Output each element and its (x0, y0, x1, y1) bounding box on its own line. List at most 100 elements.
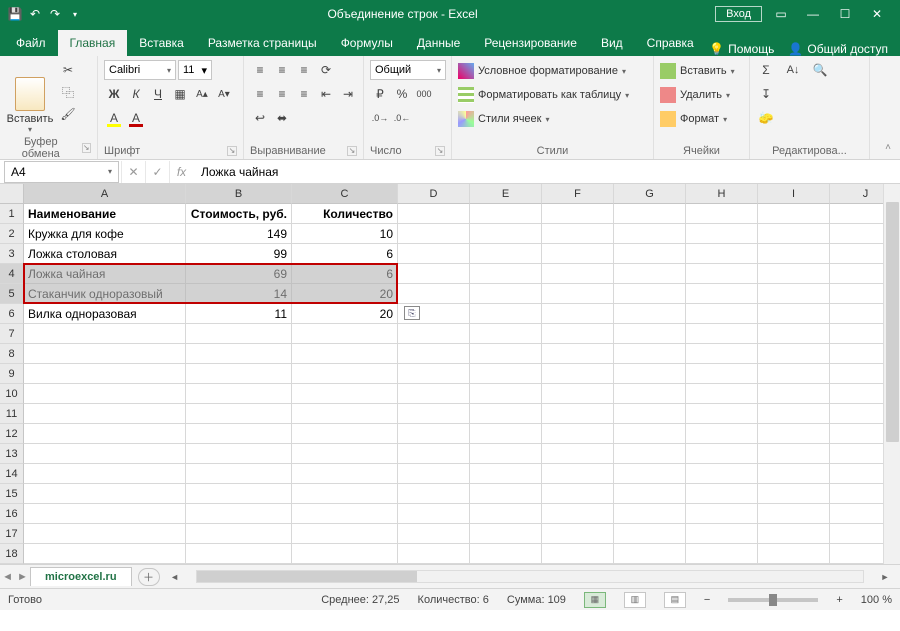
cell[interactable] (758, 544, 830, 564)
cell[interactable] (686, 284, 758, 304)
cell[interactable] (470, 524, 542, 544)
undo-icon[interactable]: ↶ (28, 7, 42, 21)
cell[interactable] (186, 324, 292, 344)
cell[interactable] (470, 344, 542, 364)
tell-me[interactable]: 💡Помощь (709, 42, 774, 56)
cell[interactable] (292, 444, 398, 464)
cell[interactable] (24, 444, 186, 464)
dialog-launcher-icon[interactable]: ↘ (227, 146, 237, 156)
column-header[interactable]: H (686, 184, 758, 204)
sort-filter-button[interactable]: A↓ (778, 60, 808, 80)
cell[interactable] (398, 404, 470, 424)
tab-view[interactable]: Вид (589, 30, 635, 56)
cell[interactable] (398, 444, 470, 464)
add-sheet-button[interactable]: ＋ (138, 568, 160, 586)
cell[interactable] (470, 464, 542, 484)
cell[interactable] (470, 444, 542, 464)
cells[interactable]: НаименованиеСтоимость, руб.КоличествоКру… (24, 204, 900, 564)
orientation-icon[interactable]: ⟳ (316, 60, 336, 80)
cell[interactable] (398, 224, 470, 244)
cell[interactable] (758, 264, 830, 284)
cell[interactable]: 69 (186, 264, 292, 284)
cell[interactable] (470, 324, 542, 344)
cell[interactable] (186, 544, 292, 564)
cell[interactable] (686, 344, 758, 364)
font-color-button[interactable]: A (126, 108, 146, 128)
cell[interactable]: Ложка чайная (24, 264, 186, 284)
cell[interactable] (758, 504, 830, 524)
copy-icon[interactable]: ⿻ (58, 82, 78, 102)
cell[interactable] (186, 464, 292, 484)
cell[interactable] (24, 324, 186, 344)
cell[interactable] (686, 504, 758, 524)
cell[interactable] (292, 364, 398, 384)
cell[interactable] (614, 224, 686, 244)
underline-button[interactable]: Ч (148, 84, 168, 104)
cell[interactable] (186, 404, 292, 424)
cell[interactable] (758, 344, 830, 364)
cell[interactable] (470, 244, 542, 264)
cell[interactable] (186, 344, 292, 364)
column-header[interactable]: C (292, 184, 398, 204)
cell[interactable] (614, 204, 686, 224)
cell[interactable] (24, 344, 186, 364)
cell[interactable] (542, 404, 614, 424)
find-button[interactable]: 🔍 (810, 60, 830, 80)
cell[interactable] (686, 364, 758, 384)
paste-options-icon[interactable]: ⎘ (404, 306, 420, 320)
row-header[interactable]: 12 (0, 424, 24, 444)
cell[interactable] (186, 444, 292, 464)
fill-icon[interactable]: ↧ (756, 84, 776, 104)
zoom-level[interactable]: 100 % (861, 594, 892, 606)
cell[interactable] (470, 484, 542, 504)
cell[interactable] (614, 364, 686, 384)
cell[interactable] (398, 204, 470, 224)
autosum-icon[interactable]: Σ (756, 60, 776, 80)
cell[interactable]: Ложка столовая (24, 244, 186, 264)
decrease-font-icon[interactable]: A▾ (214, 84, 234, 104)
cell[interactable] (542, 444, 614, 464)
row-header[interactable]: 16 (0, 504, 24, 524)
dialog-launcher-icon[interactable]: ↘ (435, 146, 445, 156)
fx-icon[interactable]: fx (169, 161, 193, 183)
zoom-slider[interactable] (728, 598, 818, 602)
scroll-right-icon[interactable]: ► (878, 572, 892, 582)
cell[interactable] (614, 464, 686, 484)
decrease-indent-icon[interactable]: ⇤ (316, 84, 336, 104)
cell[interactable]: 99 (186, 244, 292, 264)
maximize-icon[interactable]: ☐ (832, 4, 858, 24)
cell[interactable] (292, 384, 398, 404)
scrollbar-thumb[interactable] (197, 571, 417, 582)
collapse-ribbon-icon[interactable]: ˄ (880, 139, 896, 155)
cell[interactable] (686, 484, 758, 504)
row-header[interactable]: 6 (0, 304, 24, 324)
tab-review[interactable]: Рецензирование (472, 30, 589, 56)
cell[interactable] (614, 344, 686, 364)
cell[interactable]: 10 (292, 224, 398, 244)
cell[interactable] (398, 464, 470, 484)
tab-file[interactable]: Файл (4, 30, 58, 56)
format-as-table-button[interactable]: Форматировать как таблицу▾ (458, 84, 629, 106)
cell[interactable] (542, 464, 614, 484)
login-button[interactable]: Вход (715, 6, 762, 22)
paste-button[interactable]: Вставить ▾ (6, 60, 54, 134)
row-header[interactable]: 17 (0, 524, 24, 544)
cell[interactable] (614, 284, 686, 304)
cell[interactable] (24, 424, 186, 444)
cell[interactable] (398, 524, 470, 544)
cell[interactable] (686, 444, 758, 464)
cell[interactable] (614, 304, 686, 324)
cell[interactable] (470, 204, 542, 224)
cell[interactable] (686, 264, 758, 284)
cell[interactable] (398, 244, 470, 264)
row-header[interactable]: 3 (0, 244, 24, 264)
cell[interactable] (470, 504, 542, 524)
conditional-formatting-button[interactable]: Условное форматирование▾ (458, 60, 626, 82)
cell[interactable] (292, 464, 398, 484)
cell[interactable]: Вилка одноразовая (24, 304, 186, 324)
cell[interactable] (542, 284, 614, 304)
zoom-out-icon[interactable]: − (704, 594, 710, 606)
cell[interactable] (686, 384, 758, 404)
dialog-launcher-icon[interactable]: ↘ (82, 143, 91, 153)
cell[interactable] (542, 224, 614, 244)
